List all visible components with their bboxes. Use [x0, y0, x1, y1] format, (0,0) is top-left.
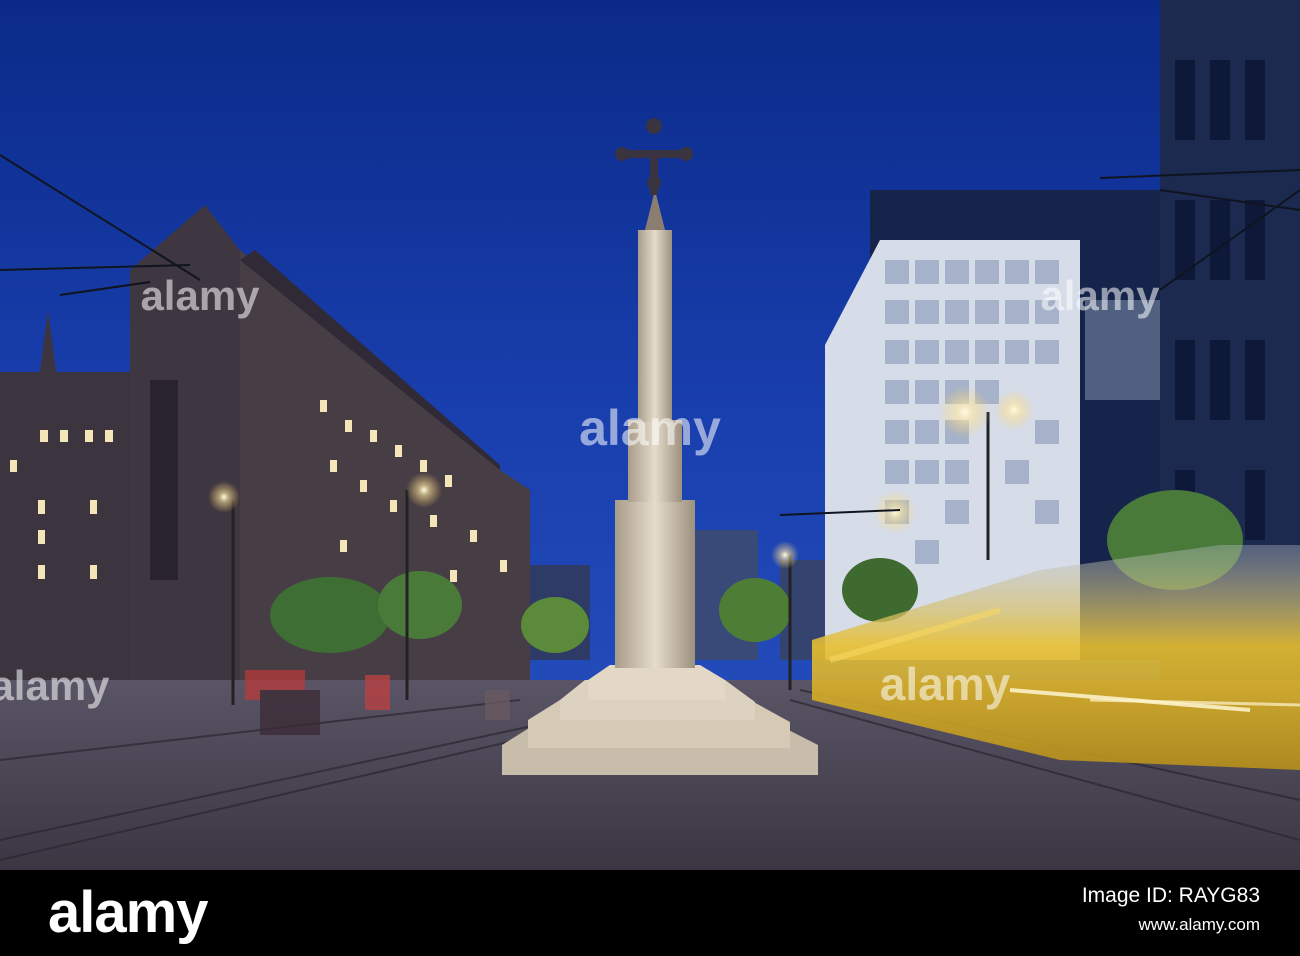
svg-text:alamy: alamy [1040, 272, 1160, 319]
site-url: www.alamy.com [1138, 915, 1260, 934]
svg-text:alamy: alamy [579, 400, 721, 456]
alamy-logo: alamy [48, 880, 208, 945]
svg-text:alamy: alamy [0, 662, 110, 709]
image-id: Image ID: RAYG83 [1081, 884, 1260, 907]
footer-bar: alamy Image ID: RAYG83 www.alamy.com [0, 870, 1300, 956]
svg-text:alamy: alamy [140, 272, 260, 319]
photograph: alamy alamy alamy alamy alamy [0, 0, 1300, 870]
svg-text:alamy: alamy [880, 658, 1011, 710]
